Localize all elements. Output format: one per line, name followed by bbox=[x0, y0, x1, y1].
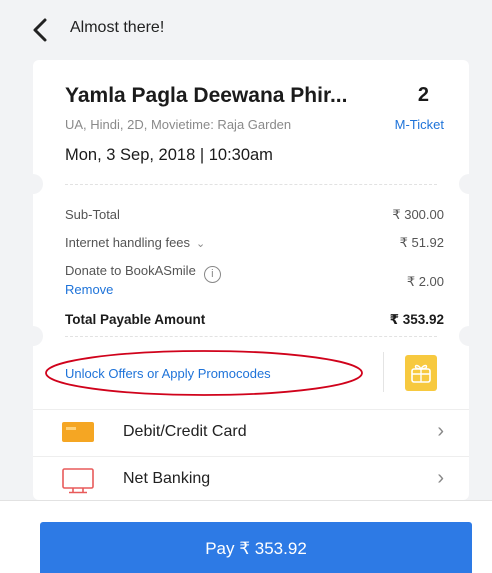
donate-value: ₹ 2.00 bbox=[406, 274, 444, 289]
movie-title: Yamla Pagla Deewana Phir... bbox=[65, 84, 348, 107]
fees-row[interactable]: Internet handling fees ⌄ bbox=[65, 235, 205, 250]
donate-row: Donate to BookASmile i bbox=[65, 263, 221, 283]
showtime: Mon, 3 Sep, 2018 | 10:30am bbox=[65, 146, 273, 164]
back-arrow-icon[interactable] bbox=[28, 16, 52, 44]
card-notch bbox=[23, 326, 43, 346]
monitor-icon bbox=[61, 467, 95, 500]
chevron-right-icon[interactable]: › bbox=[437, 467, 444, 490]
booking-summary-card: Yamla Pagla Deewana Phir... 2 UA, Hindi,… bbox=[23, 60, 479, 503]
card-notch bbox=[459, 174, 479, 194]
payment-option-card[interactable]: Debit/Credit Card › bbox=[33, 410, 469, 456]
payment-option-label: Debit/Credit Card bbox=[123, 423, 247, 440]
chevron-right-icon[interactable]: › bbox=[437, 420, 444, 443]
ticket-count: 2 bbox=[417, 84, 429, 106]
payment-option-label: Net Banking bbox=[123, 470, 211, 487]
gift-card-icon[interactable] bbox=[405, 355, 437, 391]
donate-label: Donate to BookASmile bbox=[65, 263, 196, 278]
divider bbox=[65, 336, 437, 337]
divider bbox=[65, 184, 437, 185]
divider bbox=[383, 352, 384, 392]
card-notch bbox=[459, 326, 479, 346]
fees-value: ₹ 51.92 bbox=[399, 235, 444, 250]
chevron-down-icon[interactable]: ⌄ bbox=[196, 237, 205, 250]
subtotal-label: Sub-Total bbox=[65, 207, 120, 222]
movie-meta: UA, Hindi, 2D, Movietime: Raja Garden bbox=[65, 117, 292, 132]
page-title: Almost there! bbox=[70, 19, 165, 36]
unlock-offers-link[interactable]: Unlock Offers or Apply Promocodes bbox=[65, 366, 271, 381]
header: Almost there! bbox=[0, 0, 492, 60]
credit-card-icon bbox=[61, 420, 95, 449]
fees-label: Internet handling fees bbox=[65, 235, 191, 250]
total-value: ₹ 353.92 bbox=[389, 312, 444, 327]
remove-donation-link[interactable]: Remove bbox=[65, 282, 113, 297]
subtotal-value: ₹ 300.00 bbox=[392, 207, 444, 222]
total-label: Total Payable Amount bbox=[65, 312, 206, 327]
info-icon[interactable]: i bbox=[203, 266, 221, 283]
pay-button[interactable]: Pay ₹ 353.92 bbox=[40, 522, 472, 573]
payment-option-netbanking[interactable]: Net Banking › bbox=[33, 457, 469, 503]
ticket-type: M-Ticket bbox=[394, 117, 444, 132]
card-notch bbox=[23, 174, 43, 194]
